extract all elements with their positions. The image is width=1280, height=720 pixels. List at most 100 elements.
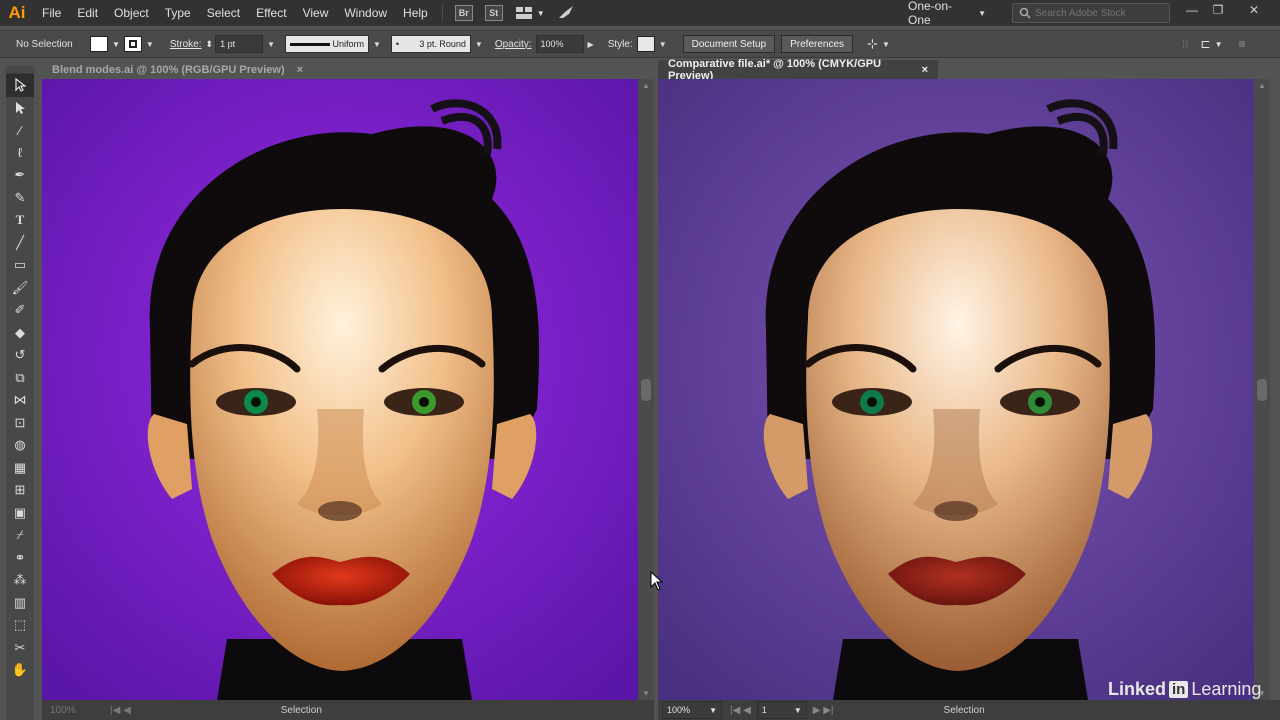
symbol-sprayer-tool[interactable]: ⁂: [6, 569, 34, 592]
maximize-button[interactable]: ❐: [1204, 0, 1232, 20]
curvature-tool[interactable]: ✎: [6, 187, 34, 210]
scale-tool[interactable]: ⧉: [6, 367, 34, 390]
menu-type[interactable]: Type: [157, 6, 199, 20]
profile-label: Uniform: [332, 39, 364, 49]
chevron-down-icon[interactable]: ▼: [1215, 40, 1223, 49]
selection-status: No Selection: [16, 38, 73, 50]
scrollbar-thumb[interactable]: [641, 379, 651, 401]
scroll-down-icon[interactable]: ▼: [642, 689, 650, 698]
tools-grip[interactable]: [6, 66, 34, 74]
eraser-tool[interactable]: ◆: [6, 322, 34, 345]
workspace-label: One-on-One: [908, 0, 953, 27]
chevron-down-icon[interactable]: ▼: [373, 40, 381, 49]
artboard-canvas-comparative[interactable]: [658, 79, 1254, 700]
menu-window[interactable]: Window: [336, 6, 395, 20]
chevron-down-icon[interactable]: ▼: [475, 40, 483, 49]
lasso-tool[interactable]: ℓ: [6, 142, 34, 165]
chevron-down-icon[interactable]: ▼: [267, 40, 275, 49]
vertical-scrollbar[interactable]: ▲ ▼: [1254, 79, 1270, 700]
selection-tool[interactable]: [6, 74, 34, 97]
minimize-button[interactable]: —: [1178, 0, 1206, 20]
stroke-dropdown-icon[interactable]: ▼: [146, 40, 154, 49]
magic-wand-tool[interactable]: ⁄: [6, 119, 34, 142]
brush-definition[interactable]: • 3 pt. Round: [390, 35, 471, 53]
mesh-tool[interactable]: ⊞: [6, 479, 34, 502]
close-window-button[interactable]: ✕: [1240, 0, 1268, 20]
close-tab-icon[interactable]: ×: [297, 64, 303, 76]
menu-view[interactable]: View: [295, 6, 337, 20]
gradient-tool[interactable]: ▣: [6, 502, 34, 525]
opacity-label[interactable]: Opacity:: [495, 39, 532, 50]
stroke-stepper-icon[interactable]: ⬍: [206, 39, 214, 50]
direct-selection-tool[interactable]: [6, 97, 34, 120]
gpu-performance-button[interactable]: [557, 4, 575, 23]
eyedropper-tool[interactable]: ⌿: [6, 524, 34, 547]
type-tool[interactable]: T: [6, 209, 34, 232]
close-tab-icon[interactable]: ×: [922, 64, 928, 76]
stroke-label[interactable]: Stroke:: [170, 39, 202, 50]
variable-width-profile[interactable]: Uniform: [285, 35, 369, 53]
stroke-weight-field[interactable]: 1 pt: [215, 35, 264, 53]
align-icon[interactable]: ⊹: [867, 36, 878, 52]
arrange-documents-button[interactable]: ▼: [515, 6, 549, 20]
artboard-number-field[interactable]: 1 ▼: [756, 701, 807, 719]
shape-builder-tool[interactable]: ◍: [6, 434, 34, 457]
stock-button[interactable]: St: [484, 5, 503, 21]
status-label[interactable]: Selection: [944, 705, 985, 716]
document-setup-button[interactable]: Document Setup: [682, 35, 776, 53]
scroll-up-icon[interactable]: ▲: [642, 81, 650, 90]
line-tool[interactable]: ╱: [6, 232, 34, 255]
chevron-down-icon: ▼: [793, 705, 802, 715]
menu-object[interactable]: Object: [106, 6, 157, 20]
graphic-style-swatch[interactable]: [636, 36, 655, 52]
arrange-icon[interactable]: ⊏: [1201, 37, 1211, 51]
transform-icon[interactable]: ⁞⁞: [1182, 37, 1189, 51]
menu-edit[interactable]: Edit: [69, 6, 106, 20]
graph-tool[interactable]: ▥: [6, 592, 34, 615]
width-tool[interactable]: ⋈: [6, 389, 34, 412]
zoom-level[interactable]: 100%: [50, 705, 110, 716]
slice-tool[interactable]: ✂: [6, 637, 34, 660]
artboard-canvas-blend-modes[interactable]: [42, 79, 638, 700]
document-tab-blend-modes[interactable]: Blend modes.ai @ 100% (RGB/GPU Preview) …: [42, 60, 654, 79]
chevron-down-icon[interactable]: ▼: [882, 40, 890, 49]
chevron-down-icon[interactable]: ▼: [659, 40, 667, 49]
shaper-tool[interactable]: ✐: [6, 299, 34, 322]
fill-swatch[interactable]: [90, 36, 108, 52]
fill-dropdown-icon[interactable]: ▼: [112, 40, 120, 49]
rectangle-tool[interactable]: ▭: [6, 254, 34, 277]
artboard-navigation-next-icon[interactable]: ▶ ▶|: [813, 705, 834, 716]
status-label[interactable]: Selection: [281, 705, 322, 716]
menu-select[interactable]: Select: [199, 6, 248, 20]
preferences-button[interactable]: Preferences: [781, 35, 854, 53]
artboard-navigation-icon[interactable]: |◀ ◀: [110, 705, 131, 716]
scroll-up-icon[interactable]: ▲: [1258, 81, 1266, 90]
document-tab-comparative[interactable]: Comparative file.ai* @ 100% (CMYK/GPU Pr…: [658, 58, 938, 82]
rotate-tool[interactable]: ↺: [6, 344, 34, 367]
blend-tool[interactable]: ⚭: [6, 547, 34, 570]
scrollbar-thumb[interactable]: [1257, 379, 1267, 401]
paintbrush-tool[interactable]: 🖌: [6, 277, 34, 300]
opacity-field[interactable]: 100%: [535, 35, 584, 53]
free-transform-tool[interactable]: ⊡: [6, 412, 34, 435]
menu-help[interactable]: Help: [395, 6, 436, 20]
rotate-icon: ↺: [14, 347, 26, 363]
zoom-field[interactable]: 100% ▼: [662, 701, 722, 719]
stock-search[interactable]: [1012, 3, 1170, 23]
stroke-swatch[interactable]: [123, 36, 142, 52]
hand-tool[interactable]: ✋: [6, 659, 34, 682]
panel-menu-icon[interactable]: ≡: [1239, 37, 1246, 51]
workspace-switcher[interactable]: One-on-One ▼: [900, 0, 996, 27]
chevron-right-icon[interactable]: ▶: [588, 40, 594, 49]
artboard-navigation-icon[interactable]: |◀ ◀: [730, 705, 751, 716]
bridge-button[interactable]: Br: [454, 5, 473, 21]
perspective-grid-tool[interactable]: ▦: [6, 457, 34, 480]
style-label: Style:: [607, 38, 633, 50]
vertical-scrollbar[interactable]: ▲ ▼: [638, 79, 654, 700]
menu-effect[interactable]: Effect: [248, 6, 294, 20]
menu-file[interactable]: File: [34, 6, 69, 20]
pen-tool[interactable]: ✒: [6, 164, 34, 187]
document-tab-title: Blend modes.ai @ 100% (RGB/GPU Preview): [52, 63, 285, 76]
artboard-tool[interactable]: ⬚: [6, 614, 34, 637]
search-input[interactable]: [1035, 7, 1165, 19]
